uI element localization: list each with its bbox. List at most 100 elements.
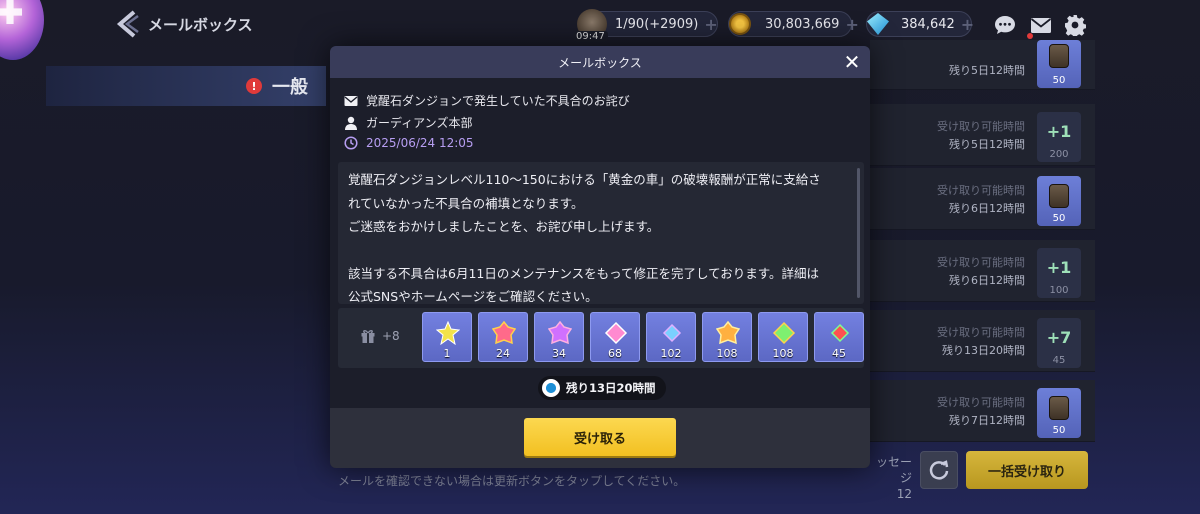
reward-count: +1 [1046,258,1072,277]
gem-counter[interactable]: 384,642 + [866,11,974,37]
gem-plus-icon[interactable]: + [961,15,974,34]
stamina-can-icon [1049,44,1069,68]
attached-items: +8 1 24 34 68 102 108 108 45 [338,308,864,368]
message-count-value: 12 [896,487,912,501]
gift-extra-count: +8 [382,329,400,343]
mail-date-text: 2025/06/24 12:05 [366,136,474,150]
mail-row[interactable]: 受け取り可能時間 残り6日12時間 +1 100 [870,240,1095,302]
mail-body[interactable]: 覚醒石ダンジョンレベル110～150における「黄金の車」の破壊報酬が正常に支給さ… [338,162,864,304]
mail-subject-text: 覚醒石ダンジョンで発生していた不具合のお詫び [366,94,630,108]
mail-status: 受け取り可能時間 残り6日12時間 [937,182,1025,218]
mail-status-label: 受け取り可能時間 [937,120,1025,133]
reward-item-slot[interactable]: 108 [758,312,808,362]
mail-date: 2025/06/24 12:05 [344,136,474,150]
gold-coin-icon [729,13,751,35]
reward-qty: 100 [1049,285,1069,296]
back-navigation[interactable]: メールボックス [114,10,253,38]
gear-icon[interactable] [1064,14,1086,36]
stamina-can-icon [1049,396,1069,420]
back-chevron-icon [116,10,139,38]
item-qty: 108 [716,347,738,360]
mail-remaining-time: 残り7日12時間 [949,414,1025,427]
mail-row[interactable]: 受け取り可能時間 残り6日12時間 50 [870,168,1095,230]
modal-header: メールボックス ✕ [330,46,870,78]
clock-icon [344,136,358,150]
reward-item-slot[interactable]: 45 [814,312,864,362]
page-title: メールボックス [148,15,253,34]
mail-icon[interactable] [1030,14,1052,36]
reward-count: +7 [1046,328,1072,347]
mail-reward: 50 [1037,388,1081,438]
body-scrollbar[interactable] [857,168,860,298]
reward-count: +1 [1046,122,1072,141]
reward-item-slot[interactable]: 24 [478,312,528,362]
refresh-button[interactable] [920,451,958,489]
mail-body-line [348,239,854,262]
awakening-stone-icon [716,321,740,345]
mail-status-label: 受け取り可能時間 [937,326,1025,339]
mail-reward: +1 100 [1037,248,1081,298]
mail-reward: 50 [1037,176,1081,226]
reward-item-slot[interactable]: 68 [590,312,640,362]
mail-row[interactable]: 受け取り可能時間 残り5日12時間 +1 200 [870,104,1095,166]
mail-detail-modal: メールボックス ✕ 覚醒石ダンジョンで発生していた不具合のお詫び ガーディアンズ… [330,46,870,468]
mail-remaining-time: 残り6日12時間 [949,274,1025,287]
modal-title: メールボックス [558,55,642,70]
mail-body-line: 公式SNSやホームページをご確認ください。 [348,289,598,304]
mail-sender: ガーディアンズ本部 [344,114,472,131]
gift-count: +8 [360,328,400,344]
mail-row[interactable]: 受け取り可能時間 残り13日20時間 +7 45 [870,310,1095,372]
mail-remaining-time: 残り13日20時間 [942,344,1025,357]
item-qty: 24 [496,347,510,360]
stamina-value: 1/90(+2909) [615,16,699,32]
mail-body-line: ご迷惑をおかけしましたことを、お詫び申し上げます。 [348,219,660,234]
mail-row[interactable]: 残り5日12時間 50 [870,40,1095,90]
mail-status: 残り5日12時間 [949,62,1025,80]
mail-status: 受け取り可能時間 残り7日12時間 [937,394,1025,430]
reward-item-slot[interactable]: 108 [702,312,752,362]
mail-remaining-time: 残り5日12時間 [949,138,1025,151]
mail-body-line: 該当する不具合は6月11日のメンテナンスをもって修正を完了しております。詳細は [348,265,819,281]
awakening-stone-icon [830,323,850,343]
mail-row[interactable]: 受け取り可能時間 残り7日12時間 50 [870,380,1095,442]
mail-body-line: れていなかった不具合の補填となります。 [348,195,584,211]
gold-value: 30,803,669 [765,16,840,32]
reward-qty: 200 [1049,149,1069,160]
awakening-stone-icon [436,321,460,345]
claim-button[interactable]: 受け取る [524,418,676,456]
message-count-label: ッセージ [875,455,912,485]
mail-status: 受け取り可能時間 残り13日20時間 [937,324,1025,360]
awakening-stone-icon [548,321,572,345]
stamina-plus-icon[interactable]: + [704,15,717,34]
mail-body-line: 覚醒石ダンジョンレベル110～150における「黄金の車」の破壊報酬が正常に支給さ [348,172,821,187]
mail-status: 受け取り可能時間 残り6日12時間 [937,254,1025,290]
close-icon[interactable]: ✕ [842,52,862,72]
awakening-stone-icon [604,321,628,345]
refresh-icon [929,460,949,480]
gold-plus-icon[interactable]: + [845,15,858,34]
category-tab-general[interactable]: ! 一般 [46,66,326,106]
category-label: 一般 [272,77,308,98]
reward-item-slot[interactable]: 1 [422,312,472,362]
reward-item-slot[interactable]: 102 [646,312,696,362]
reward-qty: 45 [1052,355,1066,366]
player-avatar[interactable] [0,0,44,60]
reward-item-slot[interactable]: 34 [534,312,584,362]
mail-remaining-time: 残り5日12時間 [949,64,1025,77]
expire-text: 残り13日20時間 [566,381,656,395]
mail-reward: +1 200 [1037,112,1081,162]
mail-reward: +7 45 [1037,318,1081,368]
gift-icon [361,330,375,343]
envelope-icon [344,95,358,106]
gem-icon [867,13,889,35]
mail-subject: 覚醒石ダンジョンで発生していた不具合のお詫び [344,92,630,109]
claim-all-button[interactable]: 一括受け取り [966,451,1088,489]
item-qty: 68 [608,347,622,360]
refresh-hint-text: メールを確認できない場合は更新ボタンをタップしてください。 [338,474,686,488]
timer-icon [542,379,560,397]
item-qty: 108 [772,347,794,360]
chat-icon[interactable] [994,14,1016,36]
gold-counter[interactable]: 30,803,669 + [728,11,859,37]
gem-value: 384,642 [901,16,955,32]
mail-remaining-time: 残り6日12時間 [949,202,1025,215]
